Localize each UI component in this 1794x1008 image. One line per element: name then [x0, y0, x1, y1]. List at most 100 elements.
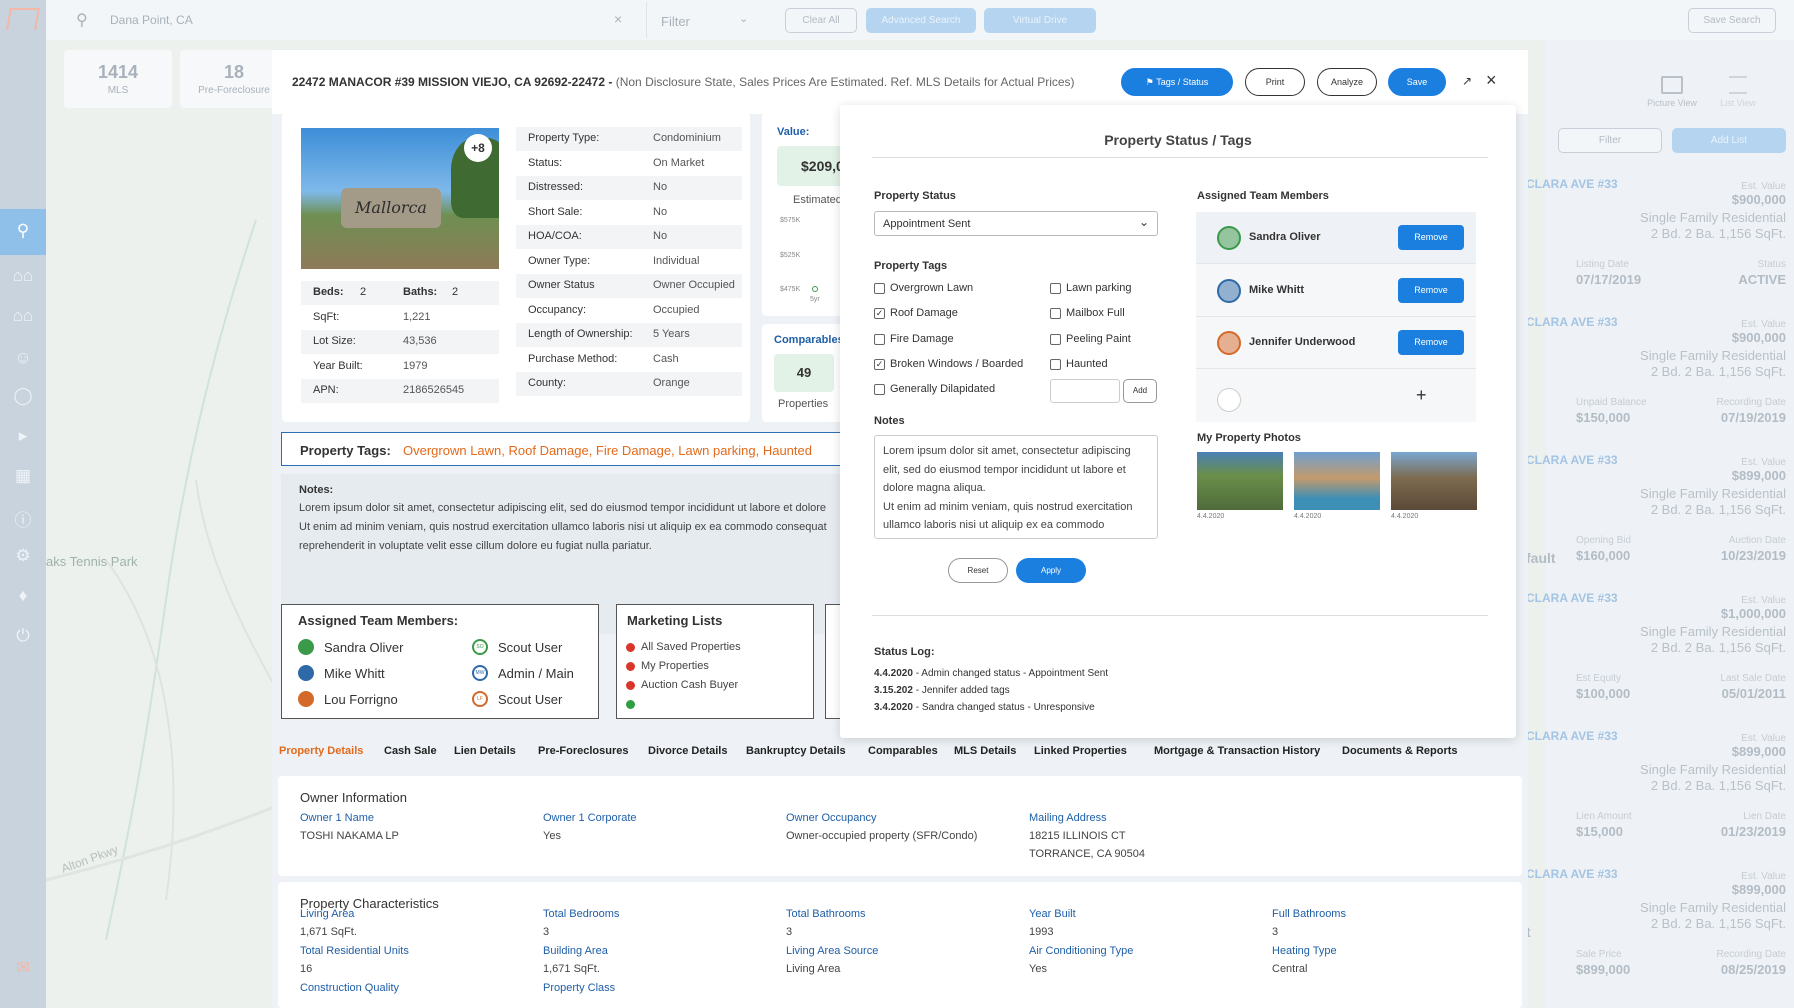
remove-list-icon[interactable] [626, 643, 635, 652]
reset-button[interactable]: Reset [948, 558, 1008, 583]
property-photo-thumbnail[interactable] [1197, 452, 1283, 510]
fact-value: 1979 [403, 359, 428, 372]
clear-search-icon[interactable]: × [614, 11, 622, 27]
notes-line-3: reprehenderit in voluptate velit esse ci… [299, 540, 652, 552]
list-view-toggle[interactable]: List View [1706, 76, 1770, 108]
search-icon[interactable]: ⚲ [11, 221, 35, 241]
tab-comparables[interactable]: Comparables [868, 745, 938, 757]
tag-checkbox[interactable] [874, 384, 885, 396]
print-button[interactable]: Print [1245, 68, 1305, 96]
power-icon[interactable]: ⏻ [11, 626, 35, 646]
tab-linked-properties[interactable]: Linked Properties [1034, 745, 1127, 757]
apply-button[interactable]: Apply [1016, 558, 1086, 583]
notes-textarea[interactable]: Lorem ipsum dolor sit amet, consectetur … [874, 435, 1158, 539]
add-list-icon[interactable] [626, 700, 635, 709]
tag-checkbox[interactable]: ✓ [874, 358, 885, 370]
modal-title-address: 22472 MANACOR #39 MISSION VIEJO, CA 9269… [292, 75, 613, 89]
marketing-title: Marketing Lists [627, 613, 723, 628]
result-card[interactable]: CLARA AVE #33 Est. Value $899,000 Single Fa… [1524, 436, 1786, 566]
right-filter-button[interactable]: Filter [1558, 128, 1662, 153]
tags-status-label: Tags / Status [1156, 77, 1209, 87]
char-field-label: Building Area [543, 945, 608, 957]
property-photo-thumbnail[interactable] [1391, 452, 1477, 510]
open-external-icon[interactable]: ↗ [1462, 74, 1472, 88]
virtual-drive-button[interactable]: Virtual Drive [984, 8, 1096, 33]
value-label: Value: [777, 126, 810, 138]
megaphone-icon[interactable]: ▸ [11, 426, 35, 446]
fact-value: 1,221 [403, 310, 431, 323]
tab-documents-reports[interactable]: Documents & Reports [1342, 745, 1458, 757]
photo-count-badge[interactable]: +8 [464, 134, 492, 162]
car-icon[interactable]: ▦ [11, 466, 35, 486]
homes-icon[interactable]: ⌂⌂ [11, 266, 35, 286]
tab-divorce-details[interactable]: Divorce Details [648, 745, 727, 757]
tag-checkbox[interactable] [1050, 333, 1061, 345]
result-card[interactable]: CLARA AVE #33 Est. Value $900,000 Single Fa… [1524, 298, 1786, 566]
result-card[interactable]: CLARA AVE #33 Est. Value $900,000 Single Fa… [1524, 160, 1786, 290]
picture-view-toggle[interactable]: Picture View [1640, 76, 1704, 108]
tab-mortgage-transaction-history[interactable]: Mortgage & Transaction History [1154, 745, 1320, 757]
result-card[interactable]: CLARA AVE #33 Est. Value $899,000 Single Fa… [1524, 850, 1786, 980]
avatar [298, 665, 314, 681]
add-list-button[interactable]: Add List [1672, 128, 1786, 153]
tag-checkbox[interactable] [1050, 308, 1061, 320]
search-input[interactable]: Dana Point, CA [110, 13, 193, 27]
char-field-label: Air Conditioning Type [1029, 945, 1134, 957]
tag-checkbox[interactable]: ✓ [874, 308, 885, 320]
property-photo-thumbnail[interactable] [1294, 452, 1380, 510]
fact-label: Status: [528, 156, 563, 169]
chart-tick-2: $525K [780, 252, 801, 259]
team-member-name: Lou Forrigno [324, 692, 398, 707]
homes-alt-icon[interactable]: ⌂⌂ [11, 306, 35, 326]
tab-property-details[interactable]: Property Details [279, 745, 363, 757]
result-card[interactable]: CLARA AVE #33 Est. Value $1,000,000 Single … [1524, 574, 1786, 704]
close-icon[interactable]: × [1486, 70, 1497, 91]
tag-checkbox-label: Roof Damage [890, 307, 958, 320]
tag-checkbox-label: Overgrown Lawn [890, 282, 974, 294]
tab-cash-sale[interactable]: Cash Sale [384, 745, 437, 757]
fact-label: SqFt: [313, 310, 340, 323]
add-tag-button[interactable]: Add [1123, 379, 1157, 403]
remove-member-button[interactable]: Remove [1398, 225, 1464, 250]
property-photo[interactable]: Mallorca +8 [301, 128, 499, 269]
filter-dropdown[interactable]: Filter ⌄ [646, 2, 758, 38]
remove-member-button[interactable]: Remove [1398, 330, 1464, 355]
advanced-search-button[interactable]: Advanced Search [866, 8, 976, 33]
char-field-label: Heating Type [1272, 945, 1337, 957]
comparables-count: 49 [796, 365, 812, 380]
search-user-icon[interactable]: ◯ [11, 386, 35, 406]
tag-checkbox[interactable] [874, 283, 885, 294]
fact-value: No [653, 205, 668, 218]
owner-field-value: Yes [543, 830, 561, 842]
chat-icon[interactable]: ✉ [11, 958, 35, 978]
remove-member-button[interactable]: Remove [1398, 277, 1464, 303]
property-status-select[interactable]: Appointment Sent ⌄ [874, 211, 1158, 236]
tab-mls-details[interactable]: MLS Details [954, 745, 1016, 757]
tab-lien-details[interactable]: Lien Details [454, 745, 516, 757]
analyze-button[interactable]: Analyze [1317, 68, 1377, 96]
team-member-name: Jennifer Underwood [1249, 336, 1356, 348]
user-icon[interactable]: ☺ [11, 348, 35, 368]
new-tag-input[interactable] [1050, 379, 1120, 403]
remove-list-icon[interactable] [626, 662, 635, 671]
clear-all-button[interactable]: Clear All [785, 8, 857, 33]
est-value-label: Est. Value [1741, 871, 1786, 882]
result-card[interactable]: CLARA AVE #33 Est. Value $899,000 Single Fa… [1524, 712, 1786, 940]
gear-icon[interactable]: ⚙ [11, 546, 35, 566]
team-title: Assigned Team Members: [298, 613, 459, 628]
tag-checkbox[interactable] [1050, 358, 1061, 370]
tag-checkbox[interactable] [1050, 283, 1061, 294]
property-type: Single Family Residential [1640, 900, 1786, 915]
remove-list-icon[interactable] [626, 681, 635, 690]
save-button[interactable]: Save [1388, 68, 1446, 96]
property-tags-list: Overgrown Lawn, Roof Damage, Fire Damage… [403, 443, 812, 458]
tags-status-button[interactable]: ⚑ Tags / Status [1121, 68, 1233, 96]
save-search-button[interactable]: Save Search [1688, 8, 1776, 33]
tag-checkbox[interactable] [874, 333, 885, 345]
tab-bankruptcy-details[interactable]: Bankruptcy Details [746, 745, 846, 757]
add-member-icon[interactable]: + [1416, 385, 1427, 406]
tab-pre-foreclosures[interactable]: Pre-Foreclosures [538, 745, 628, 757]
stat-card-mls[interactable]: 1414 MLS [64, 50, 172, 108]
bell-icon[interactable]: ♦ [11, 586, 35, 606]
info-icon[interactable]: ⓘ [11, 506, 35, 530]
